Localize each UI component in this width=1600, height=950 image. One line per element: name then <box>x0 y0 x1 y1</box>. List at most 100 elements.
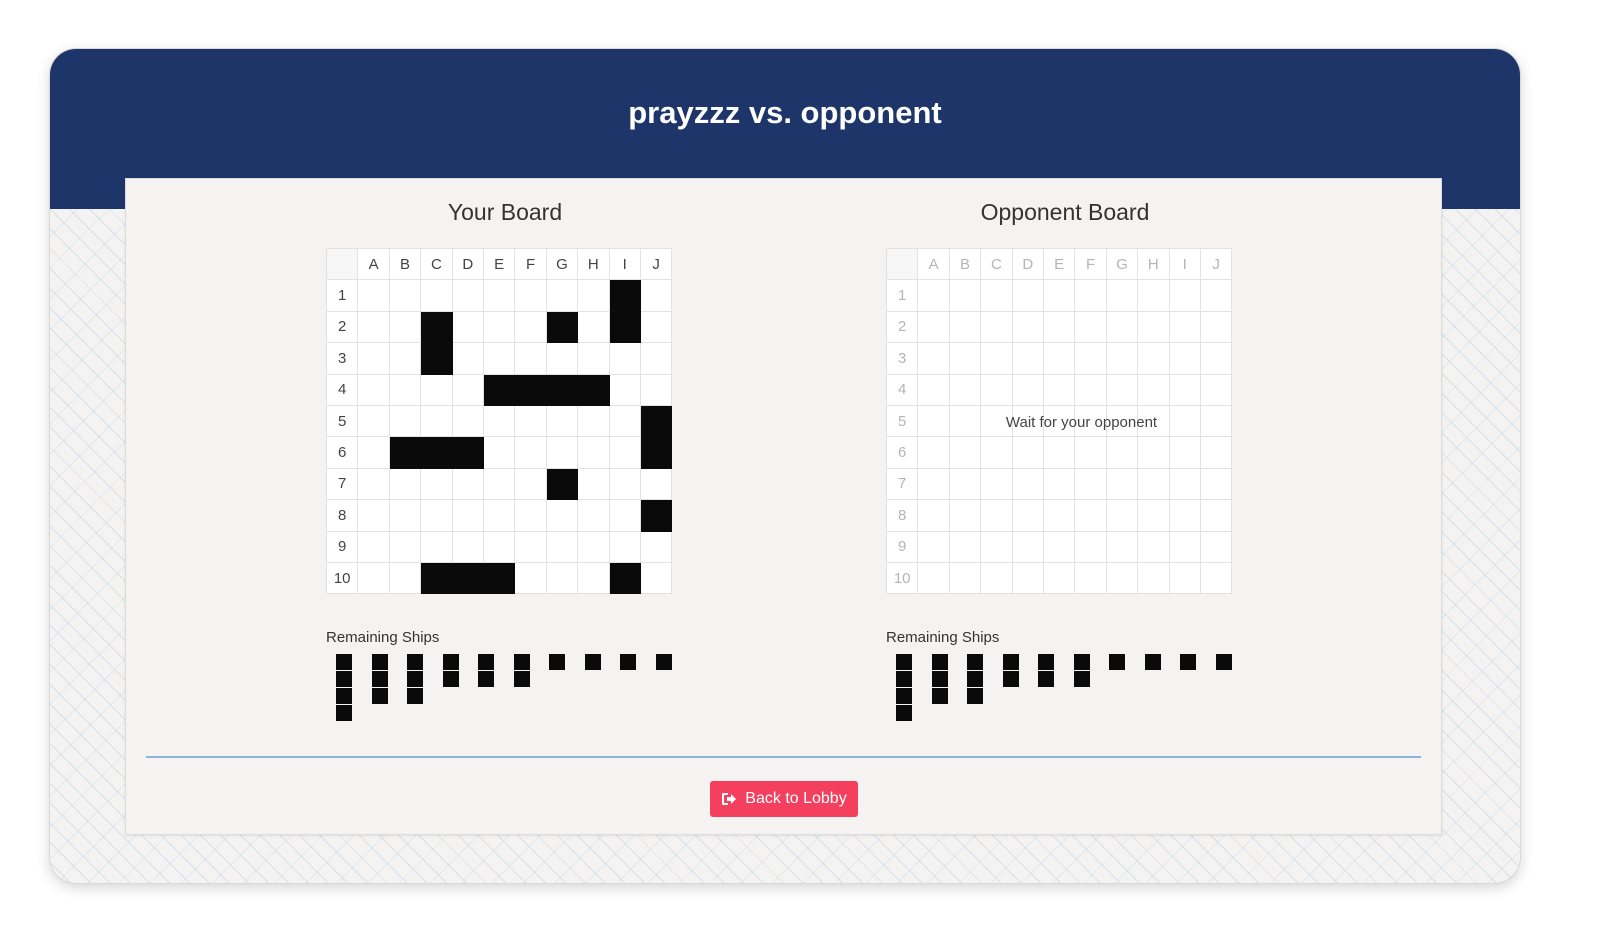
opponent-cell[interactable] <box>1011 279 1044 312</box>
opponent-cell[interactable] <box>1168 467 1201 501</box>
opponent-cell[interactable] <box>1042 310 1076 344</box>
opponent-cell[interactable] <box>948 530 982 563</box>
opponent-cell[interactable] <box>1199 530 1233 563</box>
opponent-cell[interactable] <box>1074 467 1107 501</box>
opponent-cell[interactable] <box>917 310 950 344</box>
opponent-cell[interactable] <box>1011 436 1044 469</box>
opponent-cell[interactable] <box>1137 530 1170 563</box>
opponent-cell[interactable] <box>1105 499 1139 532</box>
opponent-cell[interactable] <box>1011 467 1044 501</box>
opponent-cell[interactable] <box>948 436 982 469</box>
opponent-cell[interactable] <box>1199 436 1233 469</box>
ship-segment <box>655 654 672 670</box>
opponent-cell[interactable] <box>1011 530 1044 563</box>
opponent-cell[interactable] <box>1137 436 1170 469</box>
opponent-cell[interactable] <box>1137 499 1170 532</box>
opponent-cell[interactable] <box>1042 530 1076 563</box>
opponent-cell[interactable] <box>1074 279 1107 312</box>
opponent-cell[interactable] <box>1168 279 1201 312</box>
opponent-cell[interactable] <box>1199 499 1233 532</box>
ship-segment <box>896 705 912 721</box>
opponent-cell[interactable] <box>1074 373 1107 406</box>
opponent-cell[interactable] <box>1074 530 1107 563</box>
opponent-cell[interactable] <box>917 561 950 595</box>
opponent-cell[interactable] <box>1168 436 1201 469</box>
opponent-cell[interactable] <box>980 279 1013 312</box>
back-to-lobby-button[interactable]: Back to Lobby <box>710 781 858 817</box>
opponent-cell[interactable] <box>917 530 950 563</box>
opponent-cell[interactable] <box>980 310 1013 344</box>
opponent-cell[interactable] <box>1042 373 1076 406</box>
opponent-cell[interactable] <box>948 342 982 375</box>
opponent-cell[interactable] <box>948 499 982 532</box>
opponent-cell[interactable] <box>1042 342 1076 375</box>
opponent-cell[interactable] <box>980 342 1013 375</box>
opponent-cell[interactable] <box>1199 467 1233 501</box>
opponent-cell[interactable] <box>1105 436 1139 469</box>
opponent-cell[interactable] <box>917 436 950 469</box>
opponent-cell[interactable] <box>1199 373 1233 406</box>
opponent-cell[interactable] <box>1074 342 1107 375</box>
opponent-cell[interactable] <box>1137 561 1170 595</box>
opponent-cell[interactable] <box>917 467 950 501</box>
opponent-cell[interactable] <box>1137 467 1170 501</box>
opponent-cell[interactable] <box>1042 279 1076 312</box>
opponent-cell[interactable] <box>1011 499 1044 532</box>
opponent-cell[interactable] <box>1011 561 1044 595</box>
opponent-cell[interactable] <box>948 310 982 344</box>
opponent-cell[interactable] <box>1168 561 1201 595</box>
opponent-cell[interactable] <box>1105 561 1139 595</box>
ship-segment <box>1215 654 1232 670</box>
row-header: 1 <box>325 279 359 312</box>
your-cell <box>608 373 641 406</box>
opponent-cell[interactable] <box>980 499 1013 532</box>
opponent-cell[interactable] <box>1137 310 1170 344</box>
opponent-cell[interactable] <box>948 373 982 406</box>
opponent-cell[interactable] <box>948 561 982 595</box>
opponent-cell[interactable] <box>1042 561 1076 595</box>
opponent-cell[interactable] <box>1042 499 1076 532</box>
opponent-cell[interactable] <box>917 279 950 312</box>
opponent-cell[interactable] <box>917 499 950 532</box>
opponent-cell[interactable] <box>1074 436 1107 469</box>
opponent-cell[interactable] <box>1011 342 1044 375</box>
opponent-cell[interactable] <box>980 373 1013 406</box>
ship-segment <box>967 654 983 670</box>
opponent-cell[interactable] <box>1105 373 1139 406</box>
opponent-cell[interactable] <box>917 373 950 406</box>
opponent-cell[interactable] <box>1105 467 1139 501</box>
opponent-cell[interactable] <box>1137 373 1170 406</box>
opponent-cell[interactable] <box>1168 342 1201 375</box>
opponent-cell[interactable] <box>980 467 1013 501</box>
opponent-cell[interactable] <box>1168 499 1201 532</box>
opponent-cell[interactable] <box>917 342 950 375</box>
opponent-cell[interactable] <box>1168 530 1201 563</box>
opponent-cell[interactable] <box>1011 373 1044 406</box>
opponent-cell[interactable] <box>1137 279 1170 312</box>
opponent-cell[interactable] <box>1137 342 1170 375</box>
opponent-cell[interactable] <box>1168 310 1201 344</box>
opponent-cell[interactable] <box>1105 342 1139 375</box>
opponent-cell[interactable] <box>1105 279 1139 312</box>
opponent-cell[interactable] <box>1074 499 1107 532</box>
opponent-cell[interactable] <box>1042 436 1076 469</box>
opponent-cell[interactable] <box>1199 342 1233 375</box>
your-board-grid: A B C D E F G H I J 1 2 3 4 5 6 7 8 9 10 <box>325 247 673 595</box>
your-cell <box>639 561 673 595</box>
opponent-cell[interactable] <box>1199 279 1233 312</box>
opponent-cell[interactable] <box>1074 310 1107 344</box>
opponent-cell[interactable] <box>1199 310 1233 344</box>
opponent-cell[interactable] <box>1105 530 1139 563</box>
opponent-cell[interactable] <box>980 561 1013 595</box>
opponent-cell[interactable] <box>1168 373 1201 406</box>
opponent-cell[interactable] <box>1105 310 1139 344</box>
opponent-cell[interactable] <box>980 530 1013 563</box>
opponent-cell[interactable] <box>1074 561 1107 595</box>
opponent-cell[interactable] <box>1042 467 1076 501</box>
your-cell <box>388 499 422 532</box>
opponent-cell[interactable] <box>1199 561 1233 595</box>
opponent-cell[interactable] <box>1011 310 1044 344</box>
opponent-cell[interactable] <box>948 467 982 501</box>
opponent-cell[interactable] <box>980 436 1013 469</box>
opponent-cell[interactable] <box>948 279 982 312</box>
